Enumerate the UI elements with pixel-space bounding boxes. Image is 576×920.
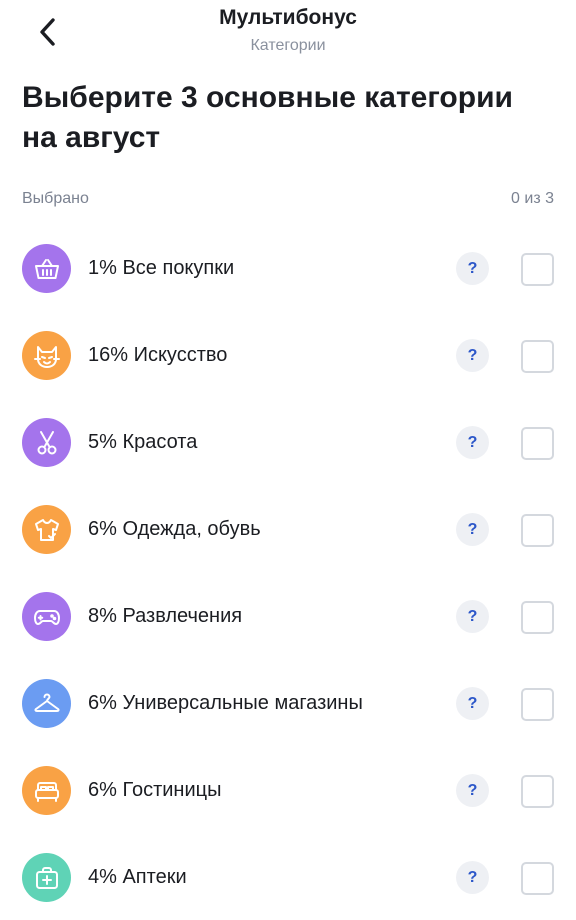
category-label: 4% Аптеки <box>88 866 187 888</box>
category-item[interactable]: 6% Одежда, обувь ? <box>0 485 576 572</box>
help-button[interactable]: ? <box>456 339 489 372</box>
help-button[interactable]: ? <box>456 252 489 285</box>
category-label: 6% Универсальные магазины <box>88 692 363 714</box>
category-checkbox[interactable] <box>521 862 554 895</box>
hanger-icon <box>22 679 71 728</box>
first-aid-icon <box>22 853 71 902</box>
category-item[interactable]: 16% Искусство ? <box>0 311 576 398</box>
tshirt-icon <box>22 505 71 554</box>
category-label: 6% Гостиницы <box>88 779 222 801</box>
help-button[interactable]: ? <box>456 426 489 459</box>
category-item[interactable]: 6% Гостиницы ? <box>0 746 576 833</box>
help-button[interactable]: ? <box>456 600 489 633</box>
bed-icon <box>22 766 71 815</box>
category-label: 6% Одежда, обувь <box>88 518 261 540</box>
selected-label: Выбрано <box>22 190 89 207</box>
category-item[interactable]: 4% Аптеки ? <box>0 833 576 920</box>
header: Мультибонус Категории <box>0 0 576 68</box>
category-item[interactable]: 6% Универсальные магазины ? <box>0 659 576 746</box>
category-item[interactable]: 1% Все покупки ? <box>0 224 576 311</box>
category-checkbox[interactable] <box>521 514 554 547</box>
category-checkbox[interactable] <box>521 340 554 373</box>
category-label: 1% Все покупки <box>88 257 235 279</box>
header-title: Мультибонус <box>219 6 357 29</box>
page-title: Выберите 3 основные категории на август <box>22 81 513 154</box>
gamepad-icon <box>22 592 71 641</box>
help-button[interactable]: ? <box>456 774 489 807</box>
category-label: 8% Развлечения <box>88 605 243 627</box>
category-checkbox[interactable] <box>521 601 554 634</box>
cat-mask-icon <box>22 331 71 380</box>
category-label: 16% Искусство <box>88 344 228 366</box>
header-subtitle: Категории <box>250 37 326 54</box>
category-item[interactable]: 5% Красота ? <box>0 398 576 485</box>
category-label: 5% Красота <box>88 431 198 453</box>
scissors-icon <box>22 418 71 467</box>
category-item[interactable]: 8% Развлечения ? <box>0 572 576 659</box>
help-button[interactable]: ? <box>456 513 489 546</box>
help-button[interactable]: ? <box>456 861 489 894</box>
selected-count: 0 из 3 <box>511 190 554 207</box>
category-list: 1% Все покупки ? 16% Искусство ? 5% Крас… <box>0 224 576 920</box>
category-checkbox[interactable] <box>521 253 554 286</box>
category-checkbox[interactable] <box>521 775 554 808</box>
basket-icon <box>22 244 71 293</box>
category-checkbox[interactable] <box>521 688 554 721</box>
selection-status: Выбрано 0 из 3 <box>22 190 554 212</box>
help-button[interactable]: ? <box>456 687 489 720</box>
category-checkbox[interactable] <box>521 427 554 460</box>
